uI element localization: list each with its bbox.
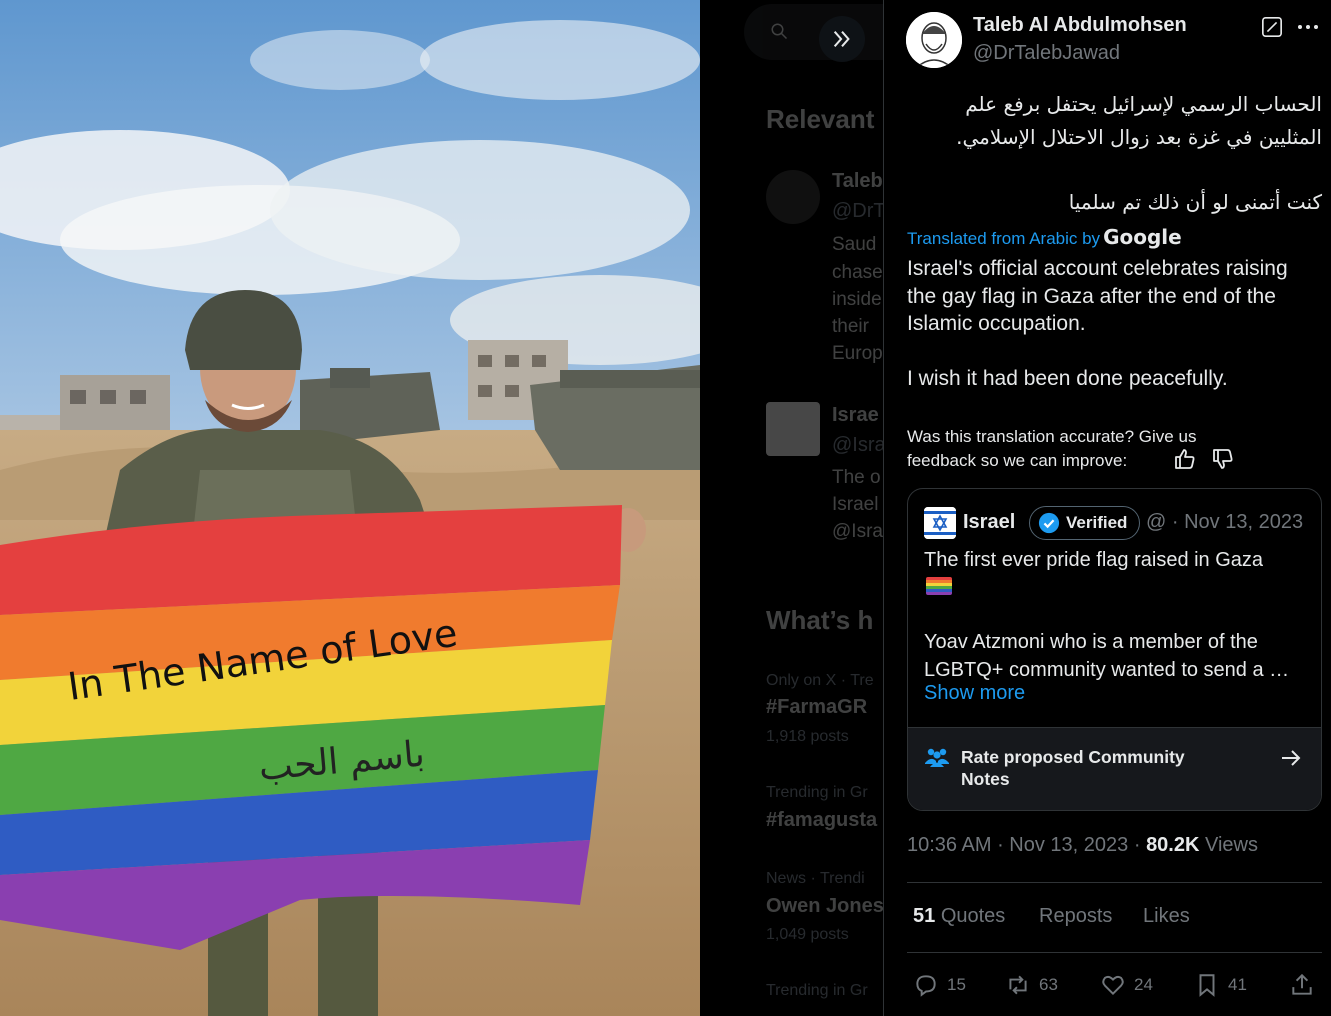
quoted-handle: @ — [1146, 511, 1167, 533]
background-timeline: Relevant Taleb @DrT Saud chase inside th… — [700, 0, 883, 1016]
tweet-timestamp: 10:36 AM · Nov 13, 2023 · 80.2K Views — [907, 834, 1258, 856]
divider — [907, 952, 1322, 953]
tweet-text-arabic: الحساب الرسمي لإسرائيل يحتفل برفع علم ال… — [956, 92, 1322, 149]
thumbs-down-icon[interactable] — [1211, 447, 1235, 471]
trend-context: Trending in Gr — [766, 982, 868, 999]
avatar[interactable] — [766, 402, 820, 456]
translated-from-label: Translated from Arabic by — [907, 229, 1101, 248]
quoted-author-name[interactable]: Israel — [963, 511, 1015, 534]
people-icon — [925, 748, 949, 767]
more-options-icon[interactable] — [1296, 17, 1320, 37]
verified-badge[interactable]: Verified — [1029, 506, 1141, 540]
quoted-meta: @ · Nov 13, 2023 — [1146, 511, 1304, 533]
share-icon — [1292, 973, 1312, 995]
relevant-user-name[interactable]: Taleb — [832, 170, 883, 193]
reply-icon — [916, 975, 936, 997]
avatar[interactable] — [766, 170, 820, 224]
quoted-avatar — [924, 507, 956, 539]
relevant-bio-line: their — [832, 316, 869, 337]
relevant-bio-line: inside — [832, 289, 882, 310]
grok-icon[interactable] — [1261, 16, 1283, 38]
relevant-user-name[interactable]: Israe — [832, 404, 879, 427]
reply-button[interactable]: 15 — [913, 971, 966, 999]
avatar-sketch — [906, 12, 962, 68]
search-icon — [771, 23, 788, 40]
relevant-user-handle: @DrT — [832, 200, 883, 222]
tweet-detail-panel: Taleb Al Abdulmohsen @DrTalebJawad الحسا… — [883, 0, 1331, 1016]
quoted-text-line: Yoav Atzmoni who is a member of the — [924, 631, 1258, 653]
likes-stat[interactable]: Likes — [1143, 905, 1190, 928]
trend-posts: 1,049 posts — [766, 926, 849, 943]
reposts-label: Reposts — [1039, 905, 1113, 927]
relevant-bio-line: Europ — [832, 343, 883, 364]
divider — [907, 882, 1322, 883]
relevant-bio-line: chase — [832, 262, 883, 283]
relevant-heading: Relevant — [766, 104, 875, 134]
reposts-stat[interactable]: Reposts — [1039, 905, 1112, 928]
reply-count: 15 — [947, 975, 966, 994]
quoted-text-line: The first ever pride flag raised in Gaza — [924, 549, 1264, 571]
bookmark-icon — [1199, 974, 1215, 997]
double-chevron-right-icon — [833, 31, 850, 47]
repost-icon — [1009, 975, 1027, 995]
quoted-text-line: LGBTQ+ community wanted to send a … — [924, 659, 1290, 681]
trend-name[interactable]: #FarmaGR — [766, 696, 867, 719]
author-avatar[interactable] — [906, 12, 962, 68]
tweet-text-arabic: كنت أتمنى لو أن ذلك تم سلميا — [1068, 190, 1322, 214]
arrow-right-icon — [1282, 750, 1301, 766]
relevant-bio-line: Saud — [832, 234, 877, 255]
rainbow-flag-emoji-icon — [926, 577, 952, 595]
author-name[interactable]: Taleb Al Abdulmohsen — [973, 14, 1187, 37]
like-count: 24 — [1134, 975, 1153, 994]
quotes-label: Quotes — [940, 905, 1006, 927]
photo-illustration: In The Name of Love باسم الحب — [0, 0, 700, 1016]
repost-button[interactable]: 63 — [1005, 971, 1058, 999]
share-button[interactable] — [1289, 971, 1315, 999]
likes-label: Likes — [1143, 905, 1190, 927]
star-of-david-icon — [924, 507, 956, 539]
relevant-user-handle: @Isra — [832, 434, 883, 456]
google-logo: Google — [1103, 225, 1182, 249]
verified-check-icon — [1038, 512, 1060, 534]
quotes-stat[interactable]: 51 Quotes — [913, 905, 1005, 928]
quoted-tweet[interactable]: Israel Verified @ · Nov 13, 2023 The fir… — [907, 488, 1322, 811]
tweet-translation: I wish it had been done peacefully. — [907, 367, 1228, 390]
expand-panel-button[interactable] — [819, 16, 865, 62]
trend-context: Trending in Gr — [766, 784, 868, 801]
trend-name[interactable]: Owen Jones — [766, 895, 883, 918]
trend-posts: 1,918 posts — [766, 728, 849, 745]
bookmark-button[interactable]: 41 — [1194, 971, 1247, 999]
tweet-date[interactable]: Nov 13, 2023 — [1009, 834, 1128, 856]
translated-by-link[interactable]: Translated from Arabic by Google — [907, 225, 1182, 249]
views-count: 80.2K — [1146, 834, 1200, 856]
tweet-translation: Israel's official account celebrates rai… — [907, 257, 1288, 335]
like-button[interactable]: 24 — [1100, 971, 1153, 999]
thumbs-up-icon[interactable] — [1173, 447, 1197, 471]
show-more-link[interactable]: Show more — [924, 682, 1025, 705]
repost-count: 63 — [1039, 975, 1058, 994]
bookmark-count: 41 — [1228, 975, 1247, 994]
tweet-time[interactable]: 10:36 AM — [907, 834, 992, 856]
views-label: Views — [1205, 834, 1258, 856]
media-photo[interactable]: In The Name of Love باسم الحب — [0, 0, 700, 1016]
trend-name[interactable]: #famagusta — [766, 809, 877, 832]
trend-context: Only on X · Tre — [766, 672, 874, 689]
rate-community-notes-button[interactable]: Rate proposed Community Notes — [908, 727, 1321, 810]
community-notes-label: Rate proposed Community Notes — [961, 747, 1185, 789]
relevant-bio-line: @Isra — [832, 521, 883, 542]
relevant-bio-line: Israel — [832, 494, 879, 515]
whats-happening-heading: What’s h — [766, 605, 874, 635]
trend-context: News · Trendi — [766, 870, 865, 887]
heart-icon — [1102, 975, 1124, 996]
quoted-date[interactable]: Nov 13, 2023 — [1184, 511, 1303, 533]
relevant-bio-line: The o — [832, 467, 881, 488]
quotes-count: 51 — [913, 905, 936, 927]
verified-label: Verified — [1066, 513, 1128, 532]
author-handle[interactable]: @DrTalebJawad — [973, 42, 1120, 65]
